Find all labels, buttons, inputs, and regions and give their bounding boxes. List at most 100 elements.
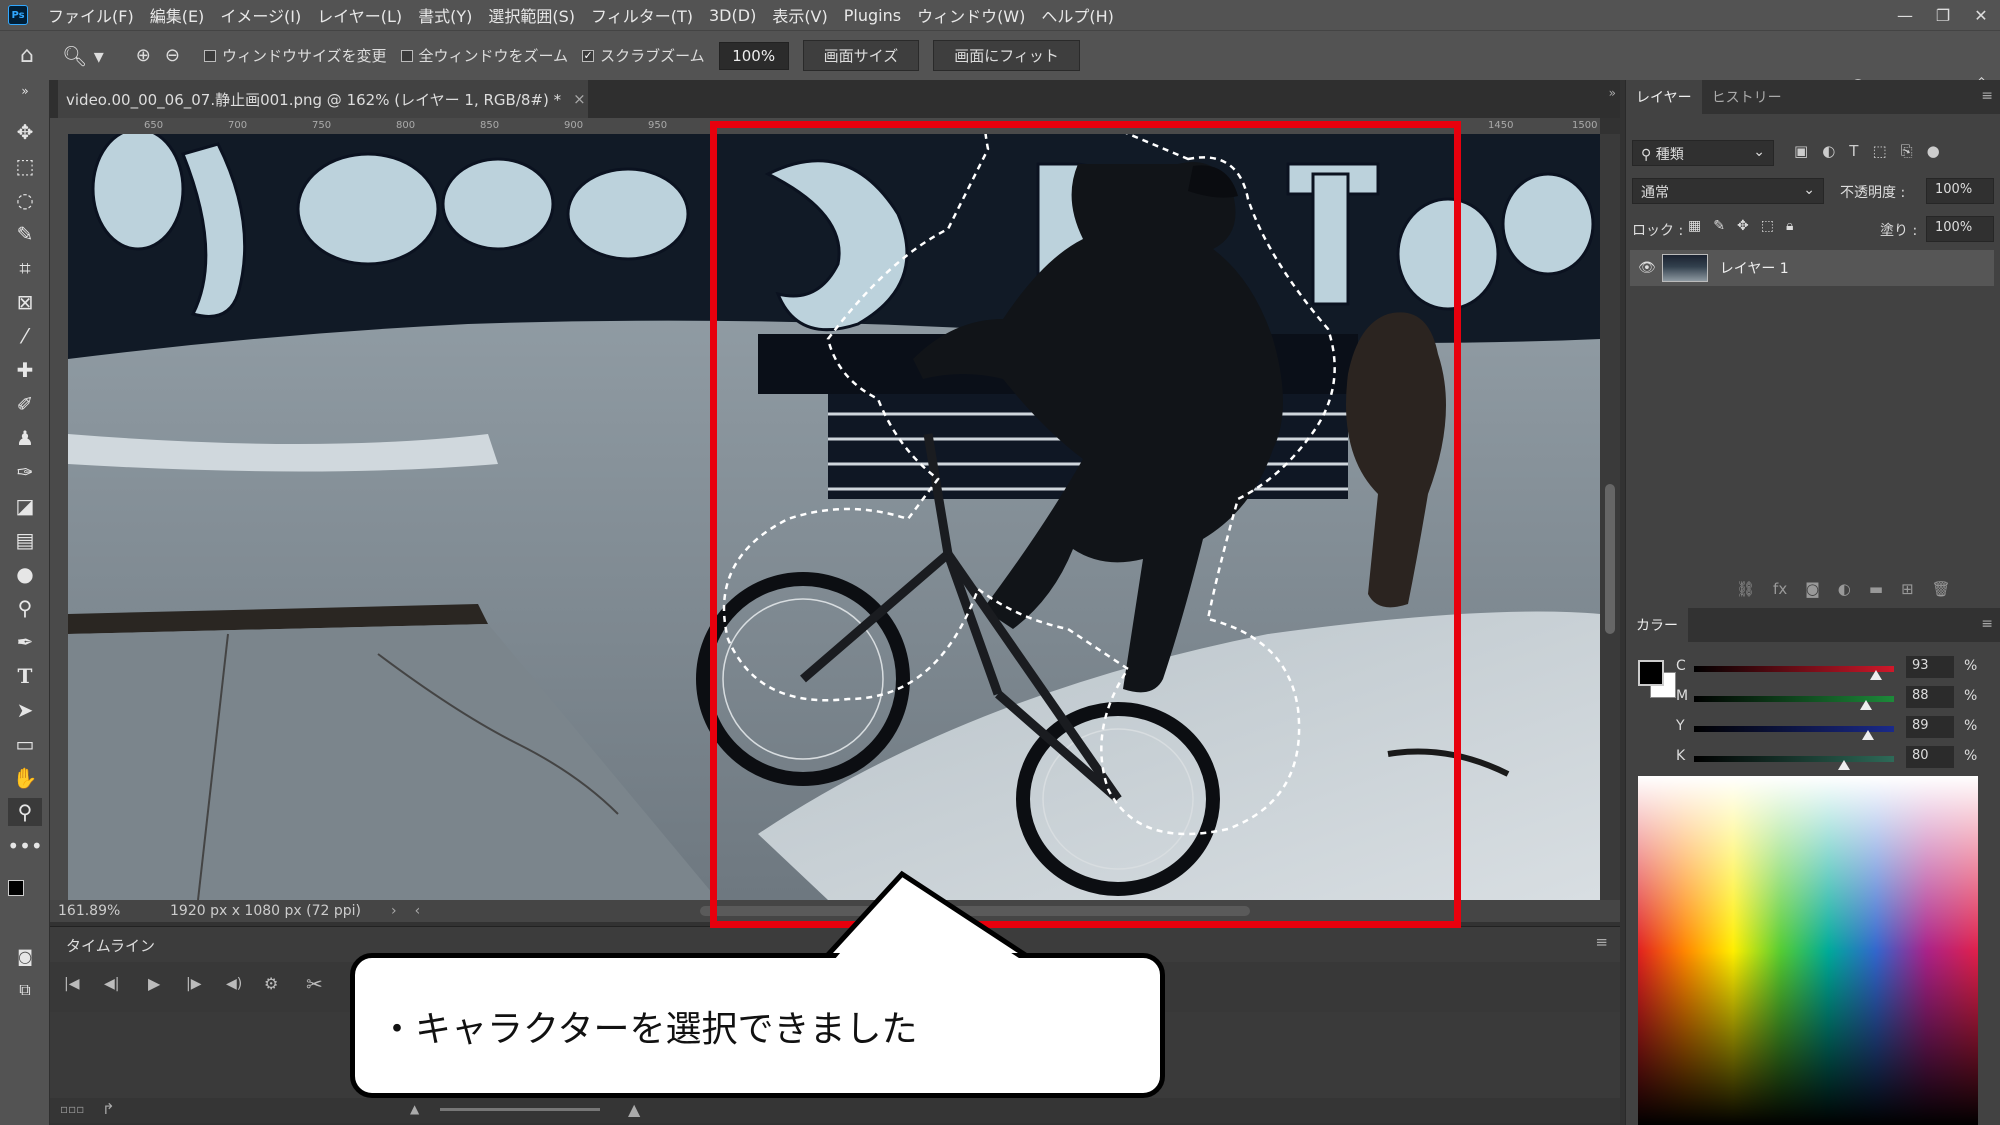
menu-3d[interactable]: 3D(D)	[701, 6, 764, 25]
slider-handle[interactable]	[1838, 760, 1850, 770]
screen-mode-icon[interactable]: ⧉	[8, 976, 42, 1004]
color-spectrum[interactable]	[1638, 776, 1978, 1125]
menu-select[interactable]: 選択範囲(S)	[480, 3, 583, 27]
scrubby-zoom-checkbox[interactable]: ✓ スクラブズーム	[582, 45, 705, 66]
quick-mask-icon[interactable]: ◙	[8, 942, 42, 970]
brush-tool-icon[interactable]: ✐	[8, 390, 42, 418]
menu-image[interactable]: イメージ(I)	[212, 3, 309, 27]
filter-toggle-icon[interactable]: ●	[1927, 142, 1940, 160]
rectangle-tool-icon[interactable]: ▭	[8, 730, 42, 758]
first-frame-icon[interactable]: |◀	[64, 976, 79, 992]
eye-visibility-icon[interactable]: 👁︎	[1638, 260, 1656, 276]
fx-icon[interactable]: fx	[1773, 580, 1787, 598]
minimize-icon[interactable]: —	[1886, 0, 1924, 30]
pen-tool-icon[interactable]: ✒	[8, 628, 42, 656]
delete-layer-icon[interactable]: 🗑︎	[1932, 580, 1951, 598]
menu-filter[interactable]: フィルター(T)	[583, 3, 701, 27]
channel-value[interactable]: 80	[1906, 746, 1954, 768]
menu-help[interactable]: ヘルプ(H)	[1033, 3, 1122, 27]
path-select-icon[interactable]: ➤	[8, 696, 42, 724]
zoom-small-icon[interactable]: ▲	[410, 1102, 419, 1116]
lock-artboard-icon[interactable]: ⬚	[1761, 218, 1774, 234]
slider-handle[interactable]	[1862, 730, 1874, 740]
new-group-icon[interactable]: ▬	[1869, 580, 1883, 598]
type-tool-icon[interactable]: T	[8, 662, 42, 690]
panel-menu-icon[interactable]: ≡	[1981, 616, 1993, 632]
menu-type[interactable]: 書式(Y)	[410, 3, 480, 27]
frame-animation-icon[interactable]: ▫▫▫	[60, 1102, 84, 1116]
hand-tool-icon[interactable]: ✋	[8, 764, 42, 792]
blur-tool-icon[interactable]: ●	[8, 560, 42, 588]
move-tool-icon[interactable]: ✥	[8, 118, 42, 146]
settings-icon[interactable]: ⚙	[264, 974, 278, 993]
convert-icon[interactable]: ↱	[102, 1100, 115, 1118]
panel-collapse-icon[interactable]: »	[1609, 86, 1616, 100]
split-scissors-icon[interactable]: ✂	[306, 972, 323, 996]
play-icon[interactable]: ▶	[148, 974, 160, 993]
zoom-in-icon[interactable]: ⊕	[136, 45, 151, 66]
menu-window[interactable]: ウィンドウ(W)	[909, 3, 1033, 27]
timeline-title[interactable]: タイムライン	[66, 935, 155, 956]
channel-value[interactable]: 93	[1906, 656, 1954, 678]
document-tab[interactable]: video.00_00_06_07.静止画001.png @ 162% (レイヤ…	[58, 80, 588, 118]
channel-value[interactable]: 89	[1906, 716, 1954, 738]
opacity-field[interactable]: 100%	[1926, 178, 1994, 204]
menu-layer[interactable]: レイヤー(L)	[309, 3, 410, 27]
zoom-status[interactable]: 161.89%	[50, 903, 130, 919]
zoom-all-windows-checkbox[interactable]: 全ウィンドウをズーム	[400, 45, 568, 66]
add-mask-icon[interactable]: ◙	[1805, 580, 1820, 598]
foreground-color-swatch[interactable]	[8, 880, 24, 896]
link-layers-icon[interactable]: ⛓	[1736, 580, 1755, 598]
zoom-tool-icon[interactable]: ⚲	[8, 798, 42, 826]
zoom-large-icon[interactable]: ▲	[628, 1100, 640, 1119]
healing-brush-icon[interactable]: ✚	[8, 356, 42, 384]
history-brush-icon[interactable]: ✑	[8, 458, 42, 486]
close-icon[interactable]: ✕	[1962, 0, 2000, 30]
slider-handle[interactable]	[1860, 700, 1872, 710]
status-arrow-icon[interactable]: ›	[391, 903, 397, 919]
vertical-scrollbar[interactable]	[1600, 134, 1620, 900]
eyedropper-tool-icon[interactable]: ⁄	[8, 322, 42, 350]
menu-edit[interactable]: 編集(E)	[142, 3, 213, 27]
lasso-tool-icon[interactable]: ◌	[8, 186, 42, 214]
type-filter-icon[interactable]: T	[1849, 142, 1858, 160]
scroll-thumb[interactable]	[1605, 484, 1615, 634]
slider-handle[interactable]	[1870, 670, 1882, 680]
lock-pixels-icon[interactable]: ✎	[1713, 218, 1725, 234]
tab-history[interactable]: ヒストリー	[1702, 80, 1792, 114]
marquee-tool-icon[interactable]: ⬚	[8, 152, 42, 180]
lock-all-icon[interactable]: 🔒︎	[1786, 218, 1793, 234]
slider-track[interactable]	[1694, 666, 1894, 672]
fill-field[interactable]: 100%	[1926, 216, 1994, 242]
shape-filter-icon[interactable]: ⬚	[1872, 142, 1886, 160]
yellow-slider[interactable]: Y 89 %	[1676, 716, 1994, 740]
timeline-zoom-slider[interactable]	[440, 1108, 600, 1111]
foreground-color-swatch[interactable]	[1638, 660, 1664, 686]
menu-plugins[interactable]: Plugins	[836, 6, 909, 25]
blend-mode-select[interactable]: 通常 ⌄	[1632, 178, 1824, 204]
adjustment-filter-icon[interactable]: ◐	[1822, 142, 1835, 160]
layer-name[interactable]: レイヤー 1	[1720, 258, 1789, 278]
resize-windows-checkbox[interactable]: ウィンドウサイズを変更	[203, 45, 387, 66]
gradient-tool-icon[interactable]: ▤	[8, 526, 42, 554]
restore-icon[interactable]: ❐	[1924, 0, 1962, 30]
zoom-tool-preset-icon[interactable]: 🔍︎ ▾	[62, 44, 104, 68]
zoom-percent-field[interactable]: 100%	[718, 41, 789, 70]
magenta-slider[interactable]: M 88 %	[1676, 686, 1994, 710]
zoom-out-icon[interactable]: ⊖	[165, 45, 180, 66]
close-tab-icon[interactable]: ×	[573, 90, 586, 108]
scroll-left-icon[interactable]: ‹	[415, 903, 421, 919]
pixel-filter-icon[interactable]: ▣	[1794, 142, 1808, 160]
image-canvas[interactable]	[68, 134, 1600, 900]
new-layer-icon[interactable]: ⊞	[1901, 580, 1914, 598]
quick-select-tool-icon[interactable]: ✎	[8, 220, 42, 248]
slider-track[interactable]	[1694, 756, 1894, 762]
tab-layers[interactable]: レイヤー	[1626, 80, 1702, 114]
home-icon[interactable]: ⌂	[20, 43, 34, 68]
prev-frame-icon[interactable]: ◀|	[104, 976, 119, 992]
crop-tool-icon[interactable]: ⌗	[8, 254, 42, 282]
tab-color[interactable]: カラー	[1626, 608, 1688, 642]
eraser-tool-icon[interactable]: ◪	[8, 492, 42, 520]
more-tools-icon[interactable]: •••	[7, 832, 42, 860]
cyan-slider[interactable]: C 93 %	[1676, 656, 1994, 680]
